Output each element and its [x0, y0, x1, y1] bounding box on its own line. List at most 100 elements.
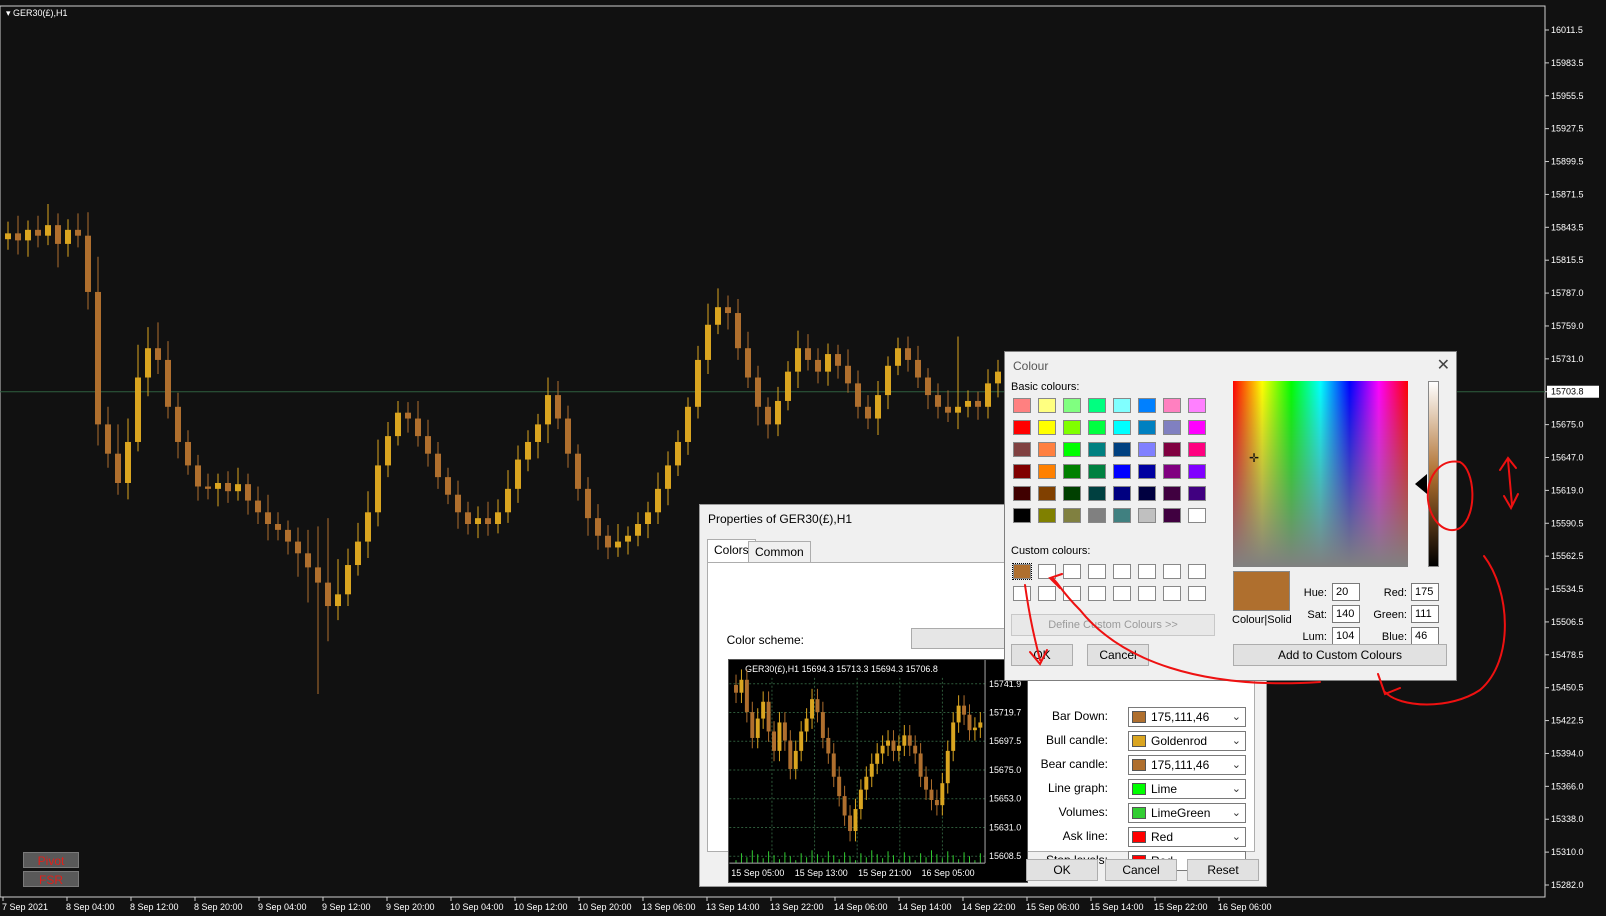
custom-colour-swatch[interactable] — [1012, 563, 1032, 580]
basic-colour-swatch[interactable] — [1163, 398, 1181, 413]
pivot-indicator-button[interactable]: Pivot — [23, 852, 79, 868]
basic-colour-swatch[interactable] — [1038, 486, 1056, 501]
basic-colour-swatch[interactable] — [1188, 508, 1206, 523]
basic-colour-swatch[interactable] — [1138, 508, 1156, 523]
properties-reset-button[interactable]: Reset — [1187, 859, 1259, 881]
basic-colour-swatch[interactable] — [1138, 398, 1156, 413]
basic-colour-swatch[interactable] — [1113, 486, 1131, 501]
custom-colour-swatch[interactable] — [1188, 586, 1206, 601]
basic-colour-swatch[interactable] — [1063, 398, 1081, 413]
basic-colour-swatch[interactable] — [1013, 464, 1031, 479]
properties-ok-button[interactable]: OK — [1026, 859, 1098, 881]
property-color-select[interactable]: 175,111,46 ⌄ — [1128, 707, 1246, 727]
basic-colour-swatch[interactable] — [1013, 486, 1031, 501]
basic-colour-swatch[interactable] — [1088, 508, 1106, 523]
basic-colour-swatch[interactable] — [1188, 486, 1206, 501]
sat-input[interactable]: 140 — [1332, 605, 1360, 623]
basic-colour-swatch[interactable] — [1088, 398, 1106, 413]
preview-candle-body — [750, 712, 755, 738]
property-color-select[interactable]: Goldenrod ⌄ — [1128, 731, 1246, 751]
basic-colour-swatch[interactable] — [1163, 420, 1181, 435]
basic-colour-swatch[interactable] — [1188, 464, 1206, 479]
basic-colour-swatch[interactable] — [1013, 420, 1031, 435]
custom-colour-swatch[interactable] — [1113, 586, 1131, 601]
basic-colour-swatch[interactable] — [1113, 420, 1131, 435]
time-label: 8 Sep 04:00 — [66, 902, 115, 912]
custom-colour-swatch[interactable] — [1113, 564, 1131, 579]
basic-colour-swatch[interactable] — [1163, 486, 1181, 501]
basic-colour-swatch[interactable] — [1113, 508, 1131, 523]
close-icon[interactable]: ✕ — [1437, 355, 1450, 375]
basic-colour-swatch[interactable] — [1088, 420, 1106, 435]
colour-spectrum[interactable] — [1233, 381, 1408, 567]
hue-input[interactable]: 20 — [1332, 583, 1360, 601]
candle-body — [375, 465, 381, 513]
basic-colour-swatch[interactable] — [1088, 486, 1106, 501]
custom-colour-swatch[interactable] — [1013, 586, 1031, 601]
price-label: 15450.5 — [1551, 683, 1584, 693]
custom-colour-swatch[interactable] — [1188, 564, 1206, 579]
basic-colour-swatch[interactable] — [1038, 420, 1056, 435]
green-row: Green: — [1365, 607, 1407, 625]
basic-colour-swatch[interactable] — [1063, 486, 1081, 501]
slider-arrow-icon[interactable] — [1415, 474, 1427, 494]
basic-colour-swatch[interactable] — [1188, 398, 1206, 413]
basic-colour-swatch[interactable] — [1138, 464, 1156, 479]
luminance-slider[interactable] — [1428, 381, 1439, 567]
colour-ok-button[interactable]: OK — [1011, 644, 1073, 666]
basic-colour-swatch[interactable] — [1138, 486, 1156, 501]
custom-colour-swatch[interactable] — [1063, 564, 1081, 579]
basic-colour-swatch[interactable] — [1038, 398, 1056, 413]
custom-colour-swatch[interactable] — [1138, 564, 1156, 579]
red-input[interactable]: 175 — [1411, 583, 1439, 601]
custom-colour-swatch[interactable] — [1038, 586, 1056, 601]
lum-input[interactable]: 104 — [1332, 627, 1360, 645]
basic-colour-swatch[interactable] — [1038, 508, 1056, 523]
chart-symbol-title: ▾ GER30(£),H1 — [6, 8, 68, 18]
custom-colour-swatch[interactable] — [1163, 564, 1181, 579]
basic-colour-swatch[interactable] — [1188, 442, 1206, 457]
property-color-select[interactable]: 175,111,46 ⌄ — [1128, 755, 1246, 775]
tab-common[interactable]: Common — [748, 541, 811, 563]
custom-colour-swatch[interactable] — [1088, 564, 1106, 579]
basic-colour-swatch[interactable] — [1063, 508, 1081, 523]
basic-colour-swatch[interactable] — [1013, 508, 1031, 523]
price-label: 15871.5 — [1551, 189, 1584, 199]
basic-colour-swatch[interactable] — [1163, 464, 1181, 479]
basic-colour-swatch[interactable] — [1163, 442, 1181, 457]
preview-candle-body — [972, 727, 977, 731]
property-color-select[interactable]: Red ⌄ — [1128, 827, 1246, 847]
candle-body — [25, 229, 31, 241]
properties-cancel-button[interactable]: Cancel — [1105, 859, 1177, 881]
basic-colour-swatch[interactable] — [1138, 442, 1156, 457]
basic-colour-swatch[interactable] — [1113, 398, 1131, 413]
basic-colour-swatch[interactable] — [1063, 420, 1081, 435]
basic-colour-swatch[interactable] — [1038, 442, 1056, 457]
basic-colour-swatch[interactable] — [1088, 464, 1106, 479]
custom-colour-swatch[interactable] — [1088, 586, 1106, 601]
custom-colour-swatch[interactable] — [1038, 564, 1056, 579]
basic-colour-swatch[interactable] — [1088, 442, 1106, 457]
basic-colour-swatch[interactable] — [1163, 508, 1181, 523]
chevron-down-icon: ⌄ — [1231, 735, 1241, 747]
custom-colour-swatch[interactable] — [1138, 586, 1156, 601]
property-color-select[interactable]: LimeGreen ⌄ — [1128, 803, 1246, 823]
basic-colour-swatch[interactable] — [1138, 420, 1156, 435]
basic-colour-swatch[interactable] — [1013, 442, 1031, 457]
green-input[interactable]: 111 — [1411, 605, 1439, 623]
colour-cancel-button[interactable]: Cancel — [1087, 644, 1149, 666]
colour-solid-label: Colour|Solid — [1232, 614, 1292, 626]
add-to-custom-colours-button[interactable]: Add to Custom Colours — [1233, 644, 1447, 666]
blue-input[interactable]: 46 — [1411, 627, 1439, 645]
custom-colour-swatch[interactable] — [1063, 586, 1081, 601]
fsr-indicator-button[interactable]: FSR — [23, 871, 79, 887]
basic-colour-swatch[interactable] — [1188, 420, 1206, 435]
custom-colour-swatch[interactable] — [1163, 586, 1181, 601]
basic-colour-swatch[interactable] — [1038, 464, 1056, 479]
basic-colour-swatch[interactable] — [1113, 464, 1131, 479]
basic-colour-swatch[interactable] — [1063, 442, 1081, 457]
basic-colour-swatch[interactable] — [1013, 398, 1031, 413]
basic-colour-swatch[interactable] — [1063, 464, 1081, 479]
property-color-select[interactable]: Lime ⌄ — [1128, 779, 1246, 799]
basic-colour-swatch[interactable] — [1113, 442, 1131, 457]
